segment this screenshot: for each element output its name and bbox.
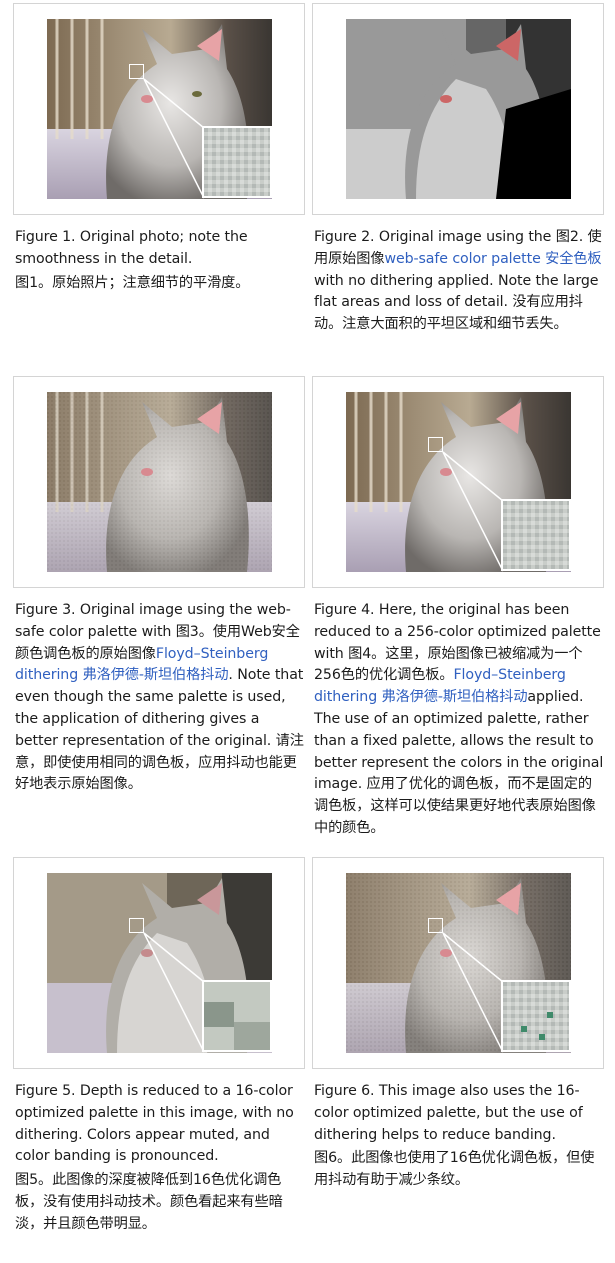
caption-zh: 图5。此图像的深度被降低到16色优化调色板，没有使用抖动技术。颜色看起来有些暗淡… <box>15 1172 283 1232</box>
caption: Figure 3. Original image using the web-s… <box>15 600 305 796</box>
zoom-inset <box>501 980 571 1052</box>
web-safe-palette-link[interactable]: web-safe color palette 安全色板 <box>384 251 601 267</box>
figure-6-frame <box>312 857 604 1069</box>
cat-image <box>47 392 272 572</box>
caption-text: Figure 3. Original image using the web-s… <box>15 602 304 793</box>
zoom-inset <box>501 499 571 571</box>
figure-4-frame <box>312 376 604 588</box>
caption-zh: 图1。原始照片；注意细节的平滑度。 <box>15 274 250 291</box>
caption-en: Figure 6. This image also uses the 16-co… <box>314 1083 583 1143</box>
caption-text: Figure 2. Original image using the 图2. 使… <box>314 229 602 333</box>
cat-image <box>346 19 571 199</box>
caption-en: Figure 1. Original photo; note the smoot… <box>15 229 248 267</box>
caption-en: Figure 5. Depth is reduced to a 16-color… <box>15 1083 294 1165</box>
caption: Figure 2. Original image using the 图2. 使… <box>314 227 604 336</box>
zoom-inset <box>202 126 272 198</box>
figure-5-frame <box>13 857 305 1069</box>
figure-1-frame <box>13 3 305 215</box>
caption: Figure 4. Here, the original has been re… <box>314 600 604 840</box>
caption-text: Figure 4. Here, the original has been re… <box>314 602 604 836</box>
caption: Figure 6. This image also uses the 16-co… <box>314 1081 604 1192</box>
caption: Figure 1. Original photo; note the smoot… <box>15 227 305 294</box>
figure-3-frame <box>13 376 305 588</box>
caption: Figure 5. Depth is reduced to a 16-color… <box>15 1081 305 1236</box>
caption-zh: 图6。此图像也使用了16色优化调色板，但使用抖动有助于减少条纹。 <box>314 1150 595 1189</box>
zoom-inset <box>202 980 272 1052</box>
figure-2-frame <box>312 3 604 215</box>
